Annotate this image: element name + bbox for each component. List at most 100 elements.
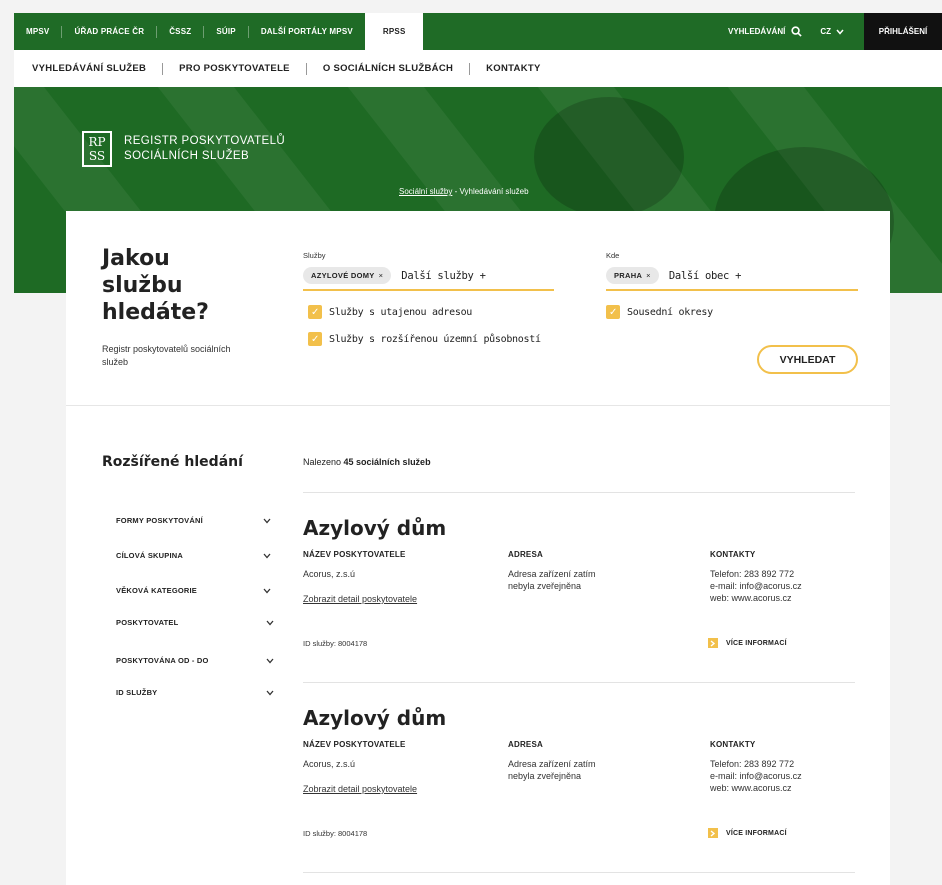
top-right-controls: VYHLEDÁVÁNÍ CZ PŘIHLÁŠENÍ — [728, 13, 942, 50]
checkbox-checked-icon[interactable]: ✓ — [308, 305, 322, 319]
filter-label: ID SLUŽBY — [116, 688, 158, 697]
result-provider-header: NÁZEV POSKYTOVATELE — [303, 550, 406, 559]
logo-mark: RP SS — [82, 131, 112, 167]
result-item: Azylový dům NÁZEV POSKYTOVATELE Acorus, … — [303, 706, 858, 866]
filter-label: VĚKOVÁ KATEGORIE — [116, 586, 197, 595]
filter-label: FORMY POSKYTOVÁNÍ — [116, 516, 203, 525]
portal-link-suip[interactable]: SÚIP — [204, 25, 249, 38]
filter-formy-poskytovani[interactable]: FORMY POSKYTOVÁNÍ — [116, 516, 271, 525]
divider — [303, 682, 855, 683]
result-provider-detail-link[interactable]: Zobrazit detail poskytovatele — [303, 594, 417, 604]
result-provider-column: NÁZEV POSKYTOVATELE Acorus, z.s.ú Zobraz… — [303, 740, 417, 794]
logo-text: REGISTR POSKYTOVATELŮ SOCIÁLNÍCH SLUŽEB — [124, 134, 285, 164]
result-address-line: nebyla zveřejněna — [508, 771, 582, 781]
chevron-down-icon — [266, 620, 274, 625]
result-contacts-column: KONTAKTY Telefon: 283 892 772 e-mail: in… — [710, 550, 802, 604]
result-title: Azylový dům — [303, 706, 447, 730]
portal-link-mpsv[interactable]: MPSV — [14, 25, 63, 38]
result-provider-column: NÁZEV POSKYTOVATELE Acorus, z.s.ú Zobraz… — [303, 550, 417, 604]
services-more-button[interactable]: Další služby + — [401, 270, 486, 282]
logo-mark-top: RP — [88, 135, 106, 149]
logo-line-1: REGISTR POSKYTOVATELŮ — [124, 135, 286, 147]
chip-remove-icon[interactable]: × — [646, 271, 651, 280]
services-chip[interactable]: AZYLOVÉ DOMY × — [303, 267, 392, 284]
top-search-label: VYHLEDÁVÁNÍ — [727, 27, 786, 36]
login-button[interactable]: PŘIHLÁŠENÍ — [864, 13, 942, 50]
language-selector[interactable]: CZ — [820, 27, 864, 36]
location-more-button[interactable]: Další obec + — [669, 270, 742, 282]
filter-poskytovana-od-do[interactable]: POSKYTOVÁNA OD - DO — [116, 656, 274, 665]
hero-photo-shape — [534, 97, 684, 217]
filter-poskytovatel[interactable]: POSKYTOVATEL — [116, 618, 274, 627]
breadcrumb-current: Vyhledávání služeb — [459, 187, 529, 196]
divider — [303, 492, 855, 493]
result-contacts-column: KONTAKTY Telefon: 283 892 772 e-mail: in… — [710, 740, 802, 794]
filter-id-sluzby[interactable]: ID SLUŽBY — [116, 688, 274, 697]
checkbox-neighbour-districts[interactable]: ✓ Sousední okresy — [606, 305, 713, 319]
advanced-search-title: Rozšířené hledání — [102, 454, 243, 470]
top-search-button[interactable]: VYHLEDÁVÁNÍ — [728, 26, 820, 37]
filter-vekova-kategorie[interactable]: VĚKOVÁ KATEGORIE — [116, 586, 271, 595]
result-provider-name: Acorus, z.s.ú — [303, 569, 356, 579]
results-count: Nalezeno 45 sociálních služeb — [303, 457, 431, 467]
location-chip[interactable]: PRAHA × — [606, 267, 659, 284]
nav-o-socialnich-sluzbach[interactable]: O SOCIÁLNÍCH SLUŽBÁCH — [307, 62, 471, 75]
result-phone: Telefon: 283 892 772 — [710, 759, 795, 769]
chevron-down-icon — [263, 518, 271, 523]
result-item: Azylový dům NÁZEV POSKYTOVATELE Acorus, … — [303, 516, 858, 676]
result-provider-name: Acorus, z.s.ú — [303, 759, 356, 769]
logo-line-2: SOCIÁLNÍCH SLUŽEB — [124, 150, 250, 162]
result-address-header: ADRESA — [508, 550, 543, 559]
rpss-logo[interactable]: RP SS REGISTR POSKYTOVATELŮ SOCIÁLNÍCH S… — [82, 131, 285, 167]
checkbox-checked-icon[interactable]: ✓ — [606, 305, 620, 319]
result-address-line: Adresa zařízení zatím — [508, 569, 596, 579]
checkbox-extended-area-label: Služby s rozšířenou územní působností — [329, 333, 541, 345]
portal-link-urad-prace[interactable]: ÚŘAD PRÁCE ČR — [62, 25, 158, 38]
breadcrumb: Sociální služby - Vyhledávání služeb — [399, 187, 529, 196]
checkbox-hidden-address[interactable]: ✓ Služby s utajenou adresou — [308, 305, 472, 319]
top-portal-bar: MPSV ÚŘAD PRÁCE ČR ČSSZ SÚIP DALŠÍ PORTÁ… — [14, 13, 942, 50]
filter-cilova-skupina[interactable]: CÍLOVÁ SKUPINA — [116, 551, 271, 560]
logo-mark-bottom: SS — [88, 149, 106, 163]
result-web[interactable]: web: www.acorus.cz — [710, 782, 802, 794]
result-more-info-button[interactable]: VÍCE INFORMACÍ — [708, 638, 787, 648]
result-provider-header: NÁZEV POSKYTOVATELE — [303, 740, 406, 749]
services-label: Služby — [303, 251, 326, 260]
nav-kontakty[interactable]: KONTAKTY — [470, 63, 556, 75]
services-chip-label: AZYLOVÉ DOMY — [311, 271, 375, 280]
filter-label: POSKYTOVATEL — [116, 618, 179, 627]
result-email[interactable]: e-mail: info@acorus.cz — [710, 770, 802, 782]
search-submit-button[interactable]: VYHLEDAT — [757, 345, 858, 374]
result-email[interactable]: e-mail: info@acorus.cz — [710, 580, 802, 592]
portal-link-rpss[interactable]: RPSS — [364, 13, 424, 50]
result-more-info-button[interactable]: VÍCE INFORMACÍ — [708, 828, 787, 838]
portal-link-cssz[interactable]: ČSSZ — [157, 25, 205, 38]
result-service-id: ID služby: 8004178 — [303, 639, 368, 648]
result-address-line: Adresa zařízení zatím — [508, 759, 596, 769]
arrow-right-icon — [708, 638, 718, 648]
search-question: Jakou službu hledáte? — [102, 246, 209, 325]
result-contacts-header: KONTAKTY — [710, 550, 756, 559]
chip-remove-icon[interactable]: × — [379, 271, 384, 280]
result-more-info-label: VÍCE INFORMACÍ — [726, 829, 787, 837]
result-provider-detail-link[interactable]: Zobrazit detail poskytovatele — [303, 784, 417, 794]
language-label: CZ — [820, 27, 831, 36]
nav-pro-poskytovatele[interactable]: PRO POSKYTOVATELE — [163, 62, 307, 75]
chevron-down-icon — [263, 588, 271, 593]
checkbox-extended-area[interactable]: ✓ Služby s rozšířenou územní působností — [308, 332, 541, 346]
chevron-down-icon — [266, 658, 274, 663]
services-field[interactable]: Služby AZYLOVÉ DOMY × Další služby + — [303, 251, 554, 291]
checkbox-checked-icon[interactable]: ✓ — [308, 332, 322, 346]
filter-label: POSKYTOVÁNA OD - DO — [116, 656, 209, 665]
page: MPSV ÚŘAD PRÁCE ČR ČSSZ SÚIP DALŠÍ PORTÁ… — [0, 0, 942, 885]
result-web[interactable]: web: www.acorus.cz — [710, 592, 802, 604]
portal-link-dalsi[interactable]: DALŠÍ PORTÁLY MPSV — [249, 26, 365, 38]
divider — [303, 872, 855, 873]
checkbox-neighbour-districts-label: Sousední okresy — [627, 306, 713, 318]
nav-vyhledavani-sluzeb[interactable]: VYHLEDÁVÁNÍ SLUŽEB — [14, 62, 164, 75]
location-field[interactable]: Kde PRAHA × Další obec + — [606, 251, 858, 291]
result-service-id: ID služby: 8004178 — [303, 829, 368, 838]
chevron-down-icon — [836, 29, 844, 35]
chevron-down-icon — [266, 690, 274, 695]
breadcrumb-link[interactable]: Sociální služby — [399, 187, 452, 196]
